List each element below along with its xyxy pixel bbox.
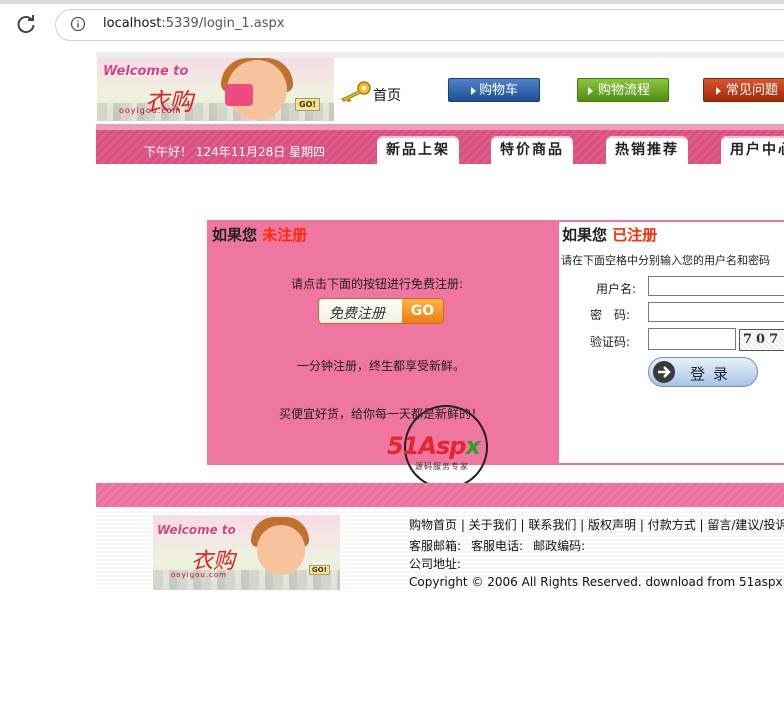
shopping-flow-button[interactable]: 购物流程 (577, 78, 669, 102)
footer-contact: 客服邮箱: 客服电话: 邮政编码: (409, 537, 595, 554)
username-input[interactable] (648, 276, 784, 296)
footer-logo-girl-face (257, 525, 305, 575)
login-title-prefix: 如果您 (562, 226, 608, 244)
info-icon[interactable] (70, 16, 86, 32)
free-register-label[interactable]: 免费注册 (329, 303, 385, 323)
register-panel-title: 如果您 未注册 (212, 224, 307, 245)
register-title-highlight: 未注册 (262, 226, 308, 244)
password-input[interactable] (648, 302, 784, 322)
footer-logo-welcome: Welcome to (157, 523, 236, 537)
username-label: 用户名: (596, 282, 637, 296)
footer-logo: Welcome to 衣购 ooyigou.com GO! (153, 515, 340, 590)
footer-copyright: Copyright © 2006 All Rights Reserved. do… (409, 575, 784, 589)
footer-logo-site: ooyigou.com (171, 571, 227, 579)
footer-links[interactable]: 购物首页 | 关于我们 | 联系我们 | 版权声明 | 付款方式 | 留言/建议… (409, 516, 784, 533)
megaphone-icon (225, 84, 253, 106)
footer-logo-go: GO! (309, 565, 330, 575)
captcha-label: 验证码: (590, 335, 631, 349)
watermark-logo-text: 51Aspx (387, 432, 481, 460)
logo-site-text: ooyigou.com (119, 106, 182, 115)
watermark-text-a: 51Asp (387, 432, 466, 460)
greeting-date: 下午好！ 124年11月28日 星期四 (144, 145, 326, 159)
url-path: :5339/login_1.aspx (161, 16, 285, 31)
url-host: localhost (103, 16, 162, 31)
login-title-highlight: 已注册 (612, 226, 658, 244)
cart-button[interactable]: 购物车 (448, 78, 540, 102)
free-register-go[interactable]: GO (402, 299, 443, 323)
register-panel (207, 220, 557, 465)
login-panel-title: 如果您 已注册 (562, 224, 657, 245)
footer-zip-label: 邮政编码: (533, 539, 586, 553)
login-description: 请在下面空格中分别输入您的用户名和密码 (561, 254, 770, 267)
key-icon (340, 81, 371, 102)
faq-button[interactable]: 常见问题 (703, 78, 784, 102)
logo-welcome-text: Welcome to (103, 64, 189, 79)
url-text[interactable]: localhost:5339/login_1.aspx (103, 16, 284, 31)
register-title-prefix: 如果您 (212, 226, 258, 244)
footer-address: 公司地址: (409, 557, 462, 571)
tab-hot-recommend[interactable]: 热销推荐 (606, 136, 688, 164)
watermark-text-b: x (465, 432, 481, 460)
footer-phone-label: 客服电话: (471, 539, 524, 553)
register-slogan-1: 一分钟注册，终生都享受新鲜。 (297, 359, 466, 373)
nav-bar-highlight (96, 124, 784, 130)
tab-special-offers[interactable]: 特价商品 (491, 136, 573, 164)
logo-go-badge: GO! (295, 98, 321, 111)
login-button-label[interactable]: 登录 (690, 363, 736, 384)
footer-bar (96, 483, 784, 507)
tab-new-arrivals[interactable]: 新品上架 (377, 136, 459, 164)
tab-user-center[interactable]: 用户中心 (721, 136, 784, 164)
password-label: 密 码: (590, 308, 631, 322)
tab-strip (0, 0, 784, 4)
captcha-image[interactable]: 707 (739, 329, 784, 351)
captcha-input[interactable] (648, 328, 736, 350)
site-logo[interactable]: Welcome to 衣购 ooyigou.com GO! (97, 58, 334, 121)
reload-icon[interactable] (14, 12, 38, 36)
arrow-right-icon[interactable] (652, 360, 676, 384)
footer-email-label: 客服邮箱: (409, 539, 462, 553)
home-link[interactable]: 首页 (373, 85, 401, 105)
watermark-subtitle: 源码服务专家 (415, 462, 469, 471)
register-prompt: 请点击下面的按钮进行免费注册: (291, 277, 464, 291)
